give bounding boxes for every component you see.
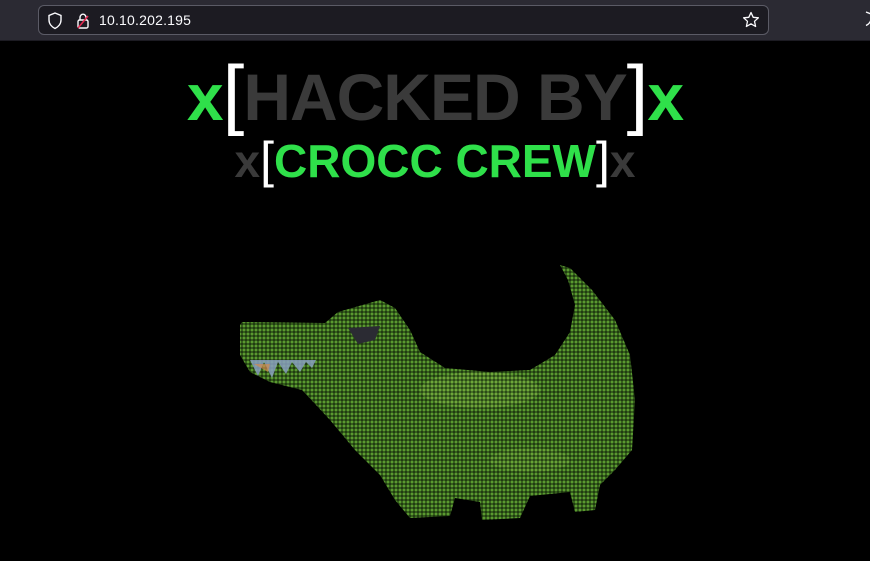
bracket-close: ]: [595, 132, 610, 188]
bracket-open: [: [222, 49, 245, 137]
x-mark-left: x: [186, 60, 224, 134]
star-icon[interactable]: [742, 11, 760, 29]
url-text[interactable]: 10.10.202.195: [99, 12, 191, 28]
bracket-open: [: [260, 132, 274, 188]
x-mark-right: x: [647, 60, 684, 134]
bracket-close: ]: [626, 49, 649, 137]
browser-toolbar: 10.10.202.195: [0, 0, 870, 41]
shield-icon-extension[interactable]: [860, 11, 870, 27]
crocc-crew-text: CROCC CREW: [274, 135, 596, 187]
crocc-crew-heading: x[CROCC CREW]x: [0, 130, 870, 191]
hacked-by-heading: x[HACKED BY]x: [0, 48, 870, 142]
address-bar[interactable]: 10.10.202.195: [38, 5, 769, 35]
shield-icon[interactable]: [47, 12, 63, 30]
lock-icon[interactable]: [75, 12, 91, 30]
crocodile-image: [240, 265, 635, 520]
hacked-by-text: HACKED BY: [243, 60, 627, 134]
x-mark-left: x: [234, 135, 261, 187]
x-mark-right: x: [609, 135, 636, 187]
